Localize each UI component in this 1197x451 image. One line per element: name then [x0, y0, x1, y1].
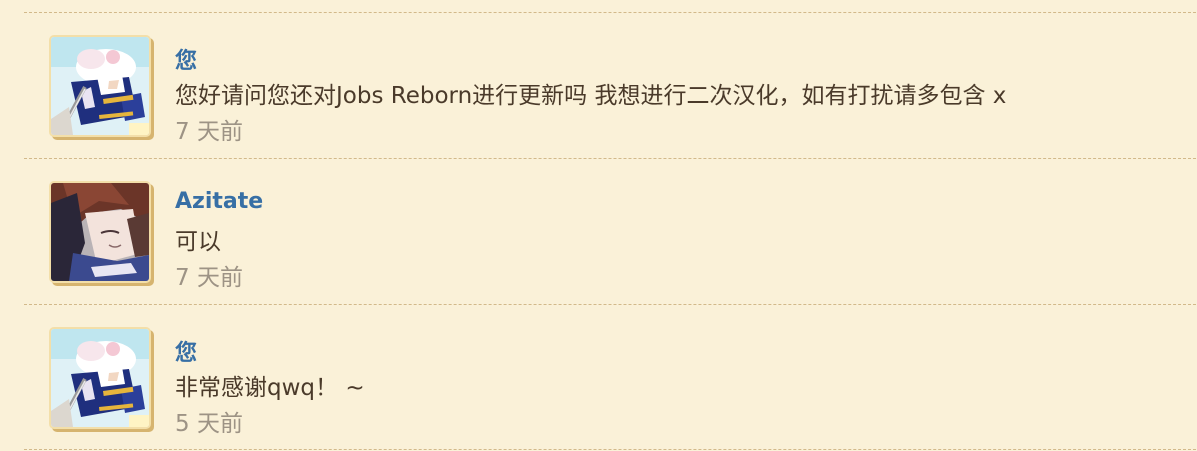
message-timestamp: 7 天前 — [175, 119, 243, 145]
message-text: 您好请问您还对Jobs Reborn进行更新吗 我想进行二次汉化，如有打扰请多包… — [175, 83, 1007, 109]
anime-girl-red-hair-avatar-icon[interactable] — [49, 181, 151, 283]
message-item: Azitate 可以 7 天前 — [0, 159, 1197, 305]
author-name[interactable]: Azitate — [175, 189, 263, 214]
author-name[interactable]: 您 — [175, 43, 197, 75]
message-timestamp: 5 天前 — [175, 411, 243, 437]
message-item: 您 您好请问您还对Jobs Reborn进行更新吗 我想进行二次汉化，如有打扰请… — [0, 13, 1197, 159]
message-thread: 您 您好请问您还对Jobs Reborn进行更新吗 我想进行二次汉化，如有打扰请… — [0, 0, 1197, 451]
author-name[interactable]: 您 — [175, 335, 197, 367]
message-item: 您 非常感谢qwq！ ~ 5 天前 — [0, 305, 1197, 451]
message-text: 可以 — [175, 229, 221, 255]
message-timestamp: 7 天前 — [175, 265, 243, 291]
message-text: 非常感谢qwq！ ~ — [175, 375, 365, 401]
anime-girl-white-hair-avatar-icon[interactable] — [49, 35, 151, 137]
anime-girl-white-hair-avatar-icon[interactable] — [49, 327, 151, 429]
divider — [24, 449, 1196, 450]
